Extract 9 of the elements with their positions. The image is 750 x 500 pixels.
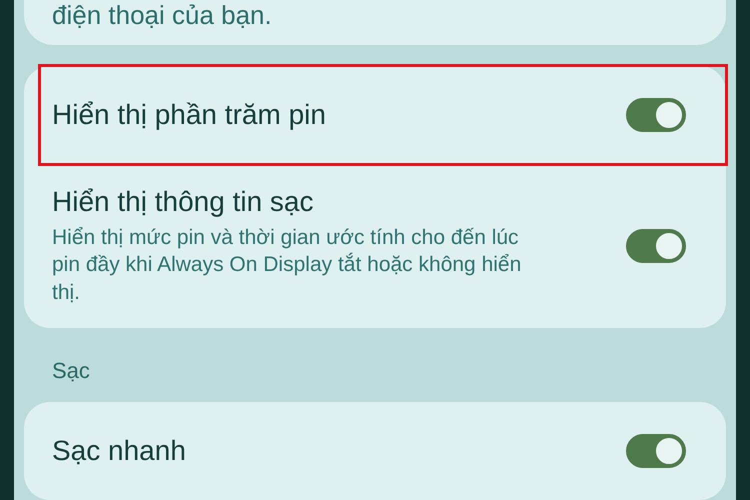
setting-title: Hiển thị thông tin sạc	[52, 186, 314, 218]
setting-title: Sạc nhanh	[52, 435, 186, 467]
toggle-switch[interactable]	[626, 434, 686, 468]
setting-description: Hiển thị mức pin và thời gian ước tính cho đến lúc pin đầy khi Always On Display tắt hoặc không hiển thị.	[52, 225, 522, 306]
setting-title: Hiển thị phần trăm pin	[52, 99, 326, 132]
setting-description: điện thoại của bạn.	[52, 0, 273, 32]
toggle-switch[interactable]	[626, 229, 686, 264]
toggle-switch[interactable]	[626, 98, 686, 132]
section-heading: Sạc	[51, 357, 91, 385]
